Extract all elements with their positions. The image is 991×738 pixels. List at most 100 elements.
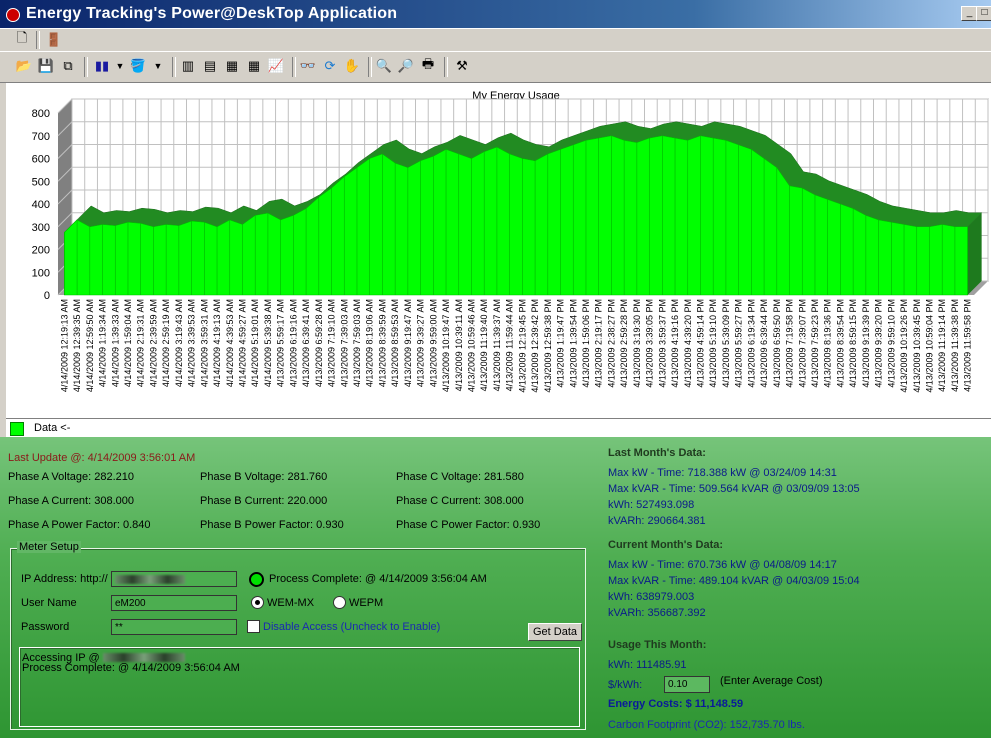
print-icon[interactable]: 🖶 <box>418 56 438 76</box>
maximize-button[interactable]: □ <box>976 6 991 21</box>
toolbar-separator <box>444 57 448 77</box>
toolbar-separator <box>292 57 296 77</box>
horizontal-grid-icon[interactable]: ▤ <box>200 56 220 76</box>
x-tick-label: 4/13/2009 4:59:14 PM <box>695 299 705 388</box>
x-tick-label: 4/13/2009 9:59:10 PM <box>886 299 896 388</box>
cost-per-kwh-input[interactable]: 0.10 <box>664 676 710 693</box>
data-grid-icon[interactable]: ▦ <box>244 56 264 76</box>
y-tick-label: 800 <box>32 108 50 120</box>
meter-setup-group: Meter Setup IP Address: http:// Process … <box>10 541 586 730</box>
cost-hint: (Enter Average Cost) <box>720 675 823 687</box>
phase-b-current: Phase B Current: 220.000 <box>200 495 328 507</box>
log-textbox[interactable]: Accessing IP @ Process Complete: @ 4/14/… <box>19 647 580 727</box>
get-data-button[interactable]: Get Data <box>528 623 582 641</box>
x-tick-label: 4/13/2009 10:19:26 PM <box>899 299 909 393</box>
x-tick-label: 4/13/2009 8:19:36 PM <box>823 299 833 388</box>
save-icon[interactable]: 💾 <box>36 56 56 76</box>
ip-address-input[interactable] <box>111 571 237 587</box>
exit-icon[interactable]: 🚪 <box>44 30 64 50</box>
carbon-footprint: Carbon Footprint (CO2): 152,735.70 lbs. <box>608 719 805 731</box>
chevron-down-icon[interactable]: ▼ <box>110 56 130 76</box>
x-tick-label: 4/13/2009 8:19:06 AM <box>365 299 375 387</box>
x-tick-label: 4/13/2009 10:39:45 PM <box>912 299 922 393</box>
x-tick-label: 4/13/2009 11:59:44 AM <box>505 299 515 391</box>
x-tick-label: 4/13/2009 2:19:17 PM <box>594 299 604 388</box>
app-icon <box>6 8 20 22</box>
x-tick-label: 4/13/2009 7:59:23 PM <box>810 299 820 388</box>
legend-swatch <box>10 422 24 436</box>
toolbar-separator <box>36 31 40 49</box>
search-icon[interactable]: 🔍 <box>374 56 394 76</box>
paint-bucket-icon[interactable]: 🪣 <box>128 56 148 76</box>
x-tick-label: 4/14/2009 1:19:34 AM <box>98 299 108 387</box>
x-tick-label: 4/13/2009 6:19:34 PM <box>746 299 756 388</box>
properties-icon[interactable]: 📈 <box>266 56 286 76</box>
new-document-icon[interactable]: 🗋 <box>12 30 32 50</box>
menu-toolbar: 🗋 🚪 <box>0 28 991 52</box>
x-tick-label: 4/13/2009 8:39:59 AM <box>377 299 387 387</box>
tools-icon[interactable]: ⚒ <box>452 56 472 76</box>
wepm-radio[interactable] <box>333 596 346 609</box>
redacted-ip <box>102 653 185 662</box>
process-status: Process Complete: @ 4/14/2009 3:56:04 AM <box>269 573 487 585</box>
copy-icon[interactable]: ⧉ <box>58 56 78 76</box>
y-tick-label: 700 <box>32 131 50 143</box>
usage-kwh: kWh: 111485.91 <box>608 659 687 671</box>
print-preview-icon[interactable]: 🔎 <box>396 56 416 76</box>
x-tick-label: 4/13/2009 10:39:11 AM <box>454 299 464 391</box>
x-tick-label: 4/13/2009 10:19:47 AM <box>441 299 451 392</box>
x-tick-label: 4/14/2009 5:39:38 AM <box>263 299 273 387</box>
phase-c-power-factor: Phase C Power Factor: 0.930 <box>396 519 541 531</box>
x-tick-label: 4/13/2009 1:59:06 PM <box>581 299 591 388</box>
vertical-grid-icon[interactable]: ▥ <box>178 56 198 76</box>
x-tick-label: 4/13/2009 9:59:00 AM <box>428 299 438 387</box>
current-month-title: Current Month's Data: <box>608 539 724 551</box>
y-tick-label: 300 <box>32 222 50 234</box>
last-update: Last Update @: 4/14/2009 3:56:01 AM <box>8 452 196 464</box>
x-tick-label: 4/13/2009 8:59:53 AM <box>390 299 400 387</box>
toolbar-separator <box>172 57 176 77</box>
disable-access-checkbox[interactable] <box>247 620 260 633</box>
x-tick-label: 4/13/2009 3:59:37 PM <box>657 299 667 388</box>
x-tick-label: 4/14/2009 4:59:27 AM <box>237 299 247 387</box>
x-tick-label: 4/13/2009 9:19:39 PM <box>861 299 871 388</box>
x-tick-label: 4/13/2009 4:19:16 PM <box>670 299 680 388</box>
energy-chart: My Energy Usage 0 100 200 300 400 500 600 700 800… <box>6 82 991 436</box>
x-tick-label: 4/13/2009 12:39:42 PM <box>530 299 540 393</box>
current-month-kwh: kWh: 638979.003 <box>608 591 695 603</box>
wepm-label: WEPM <box>349 597 384 609</box>
wem-mx-radio[interactable] <box>251 596 264 609</box>
last-month-kvarh: kVARh: 290664.381 <box>608 515 706 527</box>
x-tick-label: 4/13/2009 5:39:09 PM <box>721 299 731 388</box>
current-month-kvarh: kVARh: 356687.392 <box>608 607 706 619</box>
phase-c-current: Phase C Current: 308.000 <box>396 495 524 507</box>
user-name-label: User Name <box>21 597 77 609</box>
chevron-down-icon[interactable]: ▼ <box>148 56 168 76</box>
3d-view-icon[interactable]: 👓 <box>298 56 318 76</box>
x-tick-label: 4/14/2009 12:59:50 AM <box>85 299 95 392</box>
x-tick-label: 4/13/2009 11:19:14 PM <box>937 299 947 392</box>
x-tick-label: 4/13/2009 6:19:16 AM <box>288 299 298 387</box>
last-month-kwh: kWh: 527493.098 <box>608 499 695 511</box>
x-tick-label: 4/13/2009 7:59:03 AM <box>352 299 362 387</box>
meter-setup-title: Meter Setup <box>17 541 81 553</box>
y-tick-label: 400 <box>32 199 50 211</box>
x-tick-label: 4/13/2009 6:59:50 PM <box>772 299 782 388</box>
password-input[interactable]: ** <box>111 619 237 635</box>
zoom-hand-icon[interactable]: ✋ <box>342 56 362 76</box>
phase-a-voltage: Phase A Voltage: 282.210 <box>8 471 135 483</box>
rotate-icon[interactable]: ⟳ <box>320 56 340 76</box>
chart-type-icon[interactable]: ▮▮ <box>92 56 112 76</box>
x-tick-label: 4/14/2009 1:59:04 AM <box>123 299 133 387</box>
legend-icon[interactable]: ▦ <box>222 56 242 76</box>
x-tick-label: 4/14/2009 3:39:53 AM <box>187 299 197 387</box>
disable-access-label: Disable Access (Uncheck to Enable) <box>263 621 441 633</box>
user-name-input[interactable]: eM200 <box>111 595 237 611</box>
y-tick-label: 600 <box>32 154 50 166</box>
x-tick-label: 4/13/2009 3:19:30 PM <box>632 299 642 388</box>
x-tick-label: 4/13/2009 6:39:44 PM <box>759 299 769 388</box>
usage-title: Usage This Month: <box>608 639 707 651</box>
x-tick-label: 4/13/2009 9:39:27 AM <box>416 299 426 387</box>
x-tick-label: 4/13/2009 7:39:03 AM <box>339 299 349 387</box>
open-folder-icon[interactable]: 📂 <box>14 56 34 76</box>
